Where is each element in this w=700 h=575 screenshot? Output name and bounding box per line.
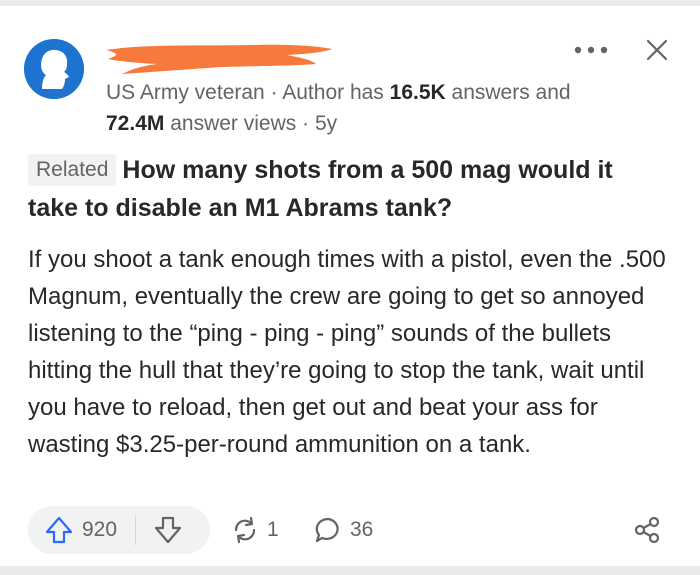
- reshare-button[interactable]: 1: [231, 506, 279, 554]
- upvote-arrow-icon: [45, 516, 73, 544]
- more-options-button[interactable]: [568, 33, 614, 67]
- author-meta: US Army veteran · Author has 16.5K answe…: [106, 77, 626, 139]
- upvote-button[interactable]: 920: [28, 506, 117, 554]
- default-avatar-icon: [24, 39, 84, 99]
- answers-suffix: answers and: [445, 81, 571, 104]
- question-title[interactable]: Related How many shots from a 500 mag wou…: [28, 151, 668, 227]
- author-credential[interactable]: US Army veteran: [106, 81, 265, 104]
- meta-prefix: · Author has: [264, 81, 390, 104]
- time-separator: ·: [296, 112, 315, 135]
- reshare-icon: [234, 516, 256, 544]
- upvote-count: 920: [82, 518, 118, 541]
- downvote-button[interactable]: [136, 506, 200, 554]
- reshare-count: 1: [267, 518, 279, 541]
- comment-bubble-icon: [315, 517, 339, 543]
- views-suffix: answer views: [164, 112, 297, 135]
- share-button[interactable]: [630, 513, 664, 547]
- time-ago[interactable]: 5y: [315, 112, 337, 135]
- comment-count: 36: [350, 518, 374, 541]
- more-dots-icon: [574, 46, 608, 54]
- close-icon: [646, 39, 668, 61]
- redacted-author-name: [106, 44, 332, 74]
- downvote-arrow-icon: [154, 516, 182, 544]
- related-badge: Related: [28, 154, 117, 186]
- views-count: 72.4M: [106, 112, 165, 135]
- answer-header: US Army veteran · Author has 16.5K answe…: [24, 39, 674, 139]
- avatar[interactable]: [24, 39, 84, 99]
- share-icon: [634, 516, 660, 544]
- action-bar: 920 1 36: [28, 506, 672, 554]
- answer-body: If you shoot a tank enough times with a …: [28, 246, 666, 458]
- close-button[interactable]: [640, 33, 674, 67]
- comment-button[interactable]: 36: [314, 506, 373, 554]
- answers-count: 16.5K: [389, 81, 446, 104]
- answer-card: US Army veteran · Author has 16.5K answe…: [0, 6, 700, 566]
- vote-pill: 920: [28, 506, 210, 554]
